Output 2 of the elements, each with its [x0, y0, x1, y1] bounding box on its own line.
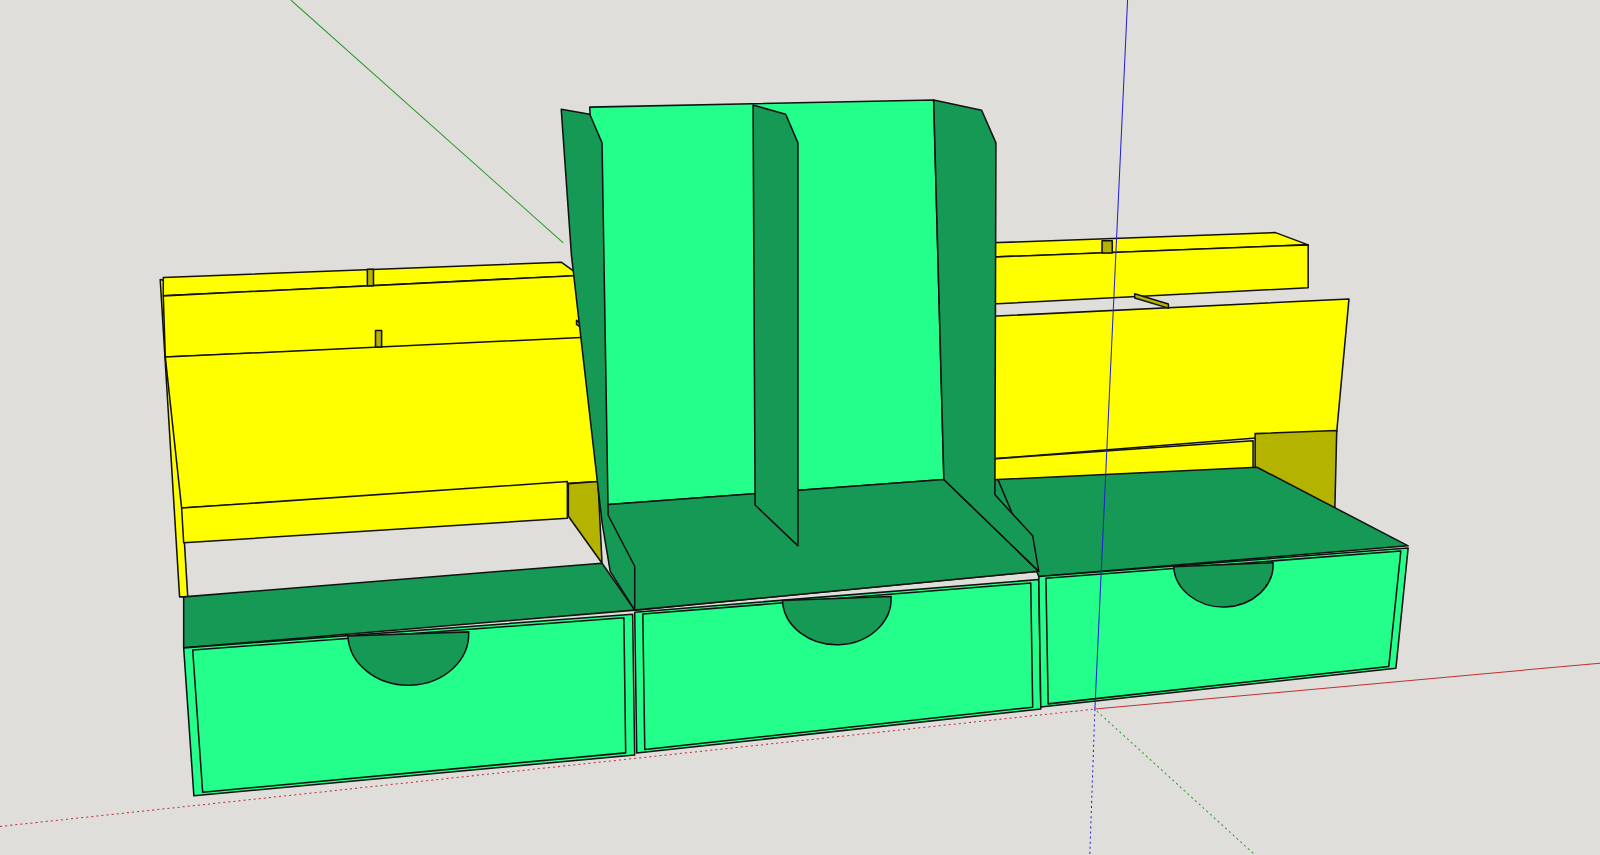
model-viewport[interactable]	[0, 0, 1600, 855]
desk-organizer-drawing[interactable]	[159, 99, 1409, 797]
